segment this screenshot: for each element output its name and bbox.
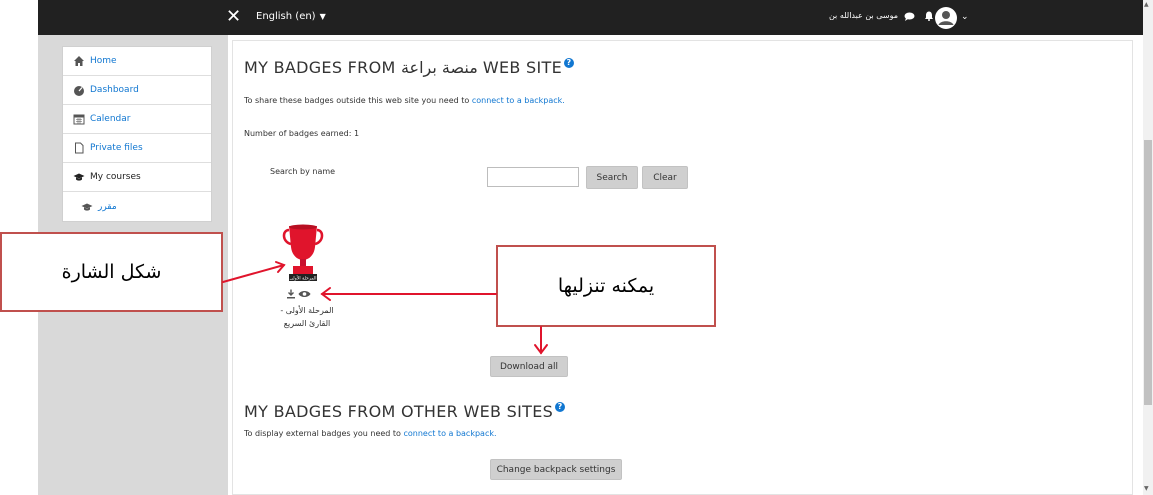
backpack-link[interactable]: connect to a backpack.	[472, 96, 565, 105]
help-icon[interactable]: ?	[564, 58, 575, 68]
calendar-icon	[73, 114, 85, 125]
language-label: English (en)	[256, 11, 316, 22]
nav-item-home[interactable]: Home	[63, 47, 211, 76]
title-suffix: WEB SITE	[477, 58, 563, 77]
help-icon[interactable]: ?	[555, 402, 566, 412]
top-navbar: ✕ English (en)▼ موسى بن عبدالله بن خميس …	[38, 0, 1143, 35]
nav-item-private-files[interactable]: Private files	[63, 134, 211, 163]
nav-item-label: My courses	[90, 172, 141, 182]
download-all-button[interactable]: Download all	[490, 356, 568, 377]
other-title-text: MY BADGES FROM OTHER WEB SITES	[244, 402, 554, 421]
home-icon	[74, 56, 84, 66]
scroll-down-arrow-icon[interactable]: ▼	[1144, 485, 1149, 492]
graduation-cap-icon	[81, 203, 93, 211]
nav-item-label: Home	[90, 56, 117, 66]
download-icon[interactable]	[286, 289, 296, 299]
language-menu[interactable]: English (en) ▼	[256, 11, 326, 22]
share-text: To share these badges outside this web s…	[244, 96, 472, 105]
change-backpack-button[interactable]: Change backpack settings	[490, 459, 622, 480]
external-text: To display external badges you need to	[244, 429, 404, 438]
nav-item-calendar[interactable]: Calendar	[63, 105, 211, 134]
badge-name[interactable]: المرحلة الأولى - القارئ السريع	[277, 304, 337, 330]
graduation-cap-icon	[73, 173, 85, 181]
badge-image-label: المرحلة الأولى	[290, 275, 317, 282]
user-name[interactable]: موسى بن عبدالله بن خميس بن سالم السلطي ط…	[828, 11, 898, 20]
title-prefix: MY BADGES FROM	[244, 58, 401, 77]
title-site-name: منصة براعة	[400, 58, 478, 77]
nav-item-label: Dashboard	[90, 85, 139, 95]
nav-item-course[interactable]: مقرر	[63, 192, 211, 221]
page-title: MY BADGES FROM منصة براعة WEB SITE?	[244, 58, 575, 77]
file-icon	[75, 142, 84, 154]
bell-icon[interactable]	[924, 11, 934, 21]
badges-count: Number of badges earned: 1	[244, 129, 360, 138]
close-icon[interactable]: ✕	[226, 7, 241, 27]
search-label: Search by name	[270, 167, 336, 176]
scroll-up-arrow-icon[interactable]: ▲	[1144, 1, 1149, 8]
annotation-badge-shape: شكل الشارة	[0, 232, 223, 312]
clear-button[interactable]: Clear	[642, 166, 688, 189]
nav-item-dashboard[interactable]: Dashboard	[63, 76, 211, 105]
avatar-icon[interactable]	[935, 7, 957, 29]
nav-drawer: Home Dashboard Calendar Private files My…	[62, 46, 212, 222]
other-badges-title: MY BADGES FROM OTHER WEB SITES?	[244, 402, 566, 421]
dashboard-icon	[74, 86, 84, 96]
chat-icon[interactable]	[904, 12, 915, 21]
scrollbar-thumb[interactable]	[1144, 140, 1152, 405]
nav-item-label: Calendar	[90, 114, 131, 124]
caret-down-icon: ▼	[319, 12, 326, 21]
badge-image[interactable]: المرحلة الأولى	[281, 223, 325, 287]
chevron-down-icon[interactable]: ⌄	[961, 12, 969, 22]
nav-item-label: Private files	[90, 143, 143, 153]
backpack-link[interactable]: connect to a backpack.	[404, 429, 497, 438]
nav-item-my-courses[interactable]: My courses	[63, 163, 211, 192]
nav-item-label: مقرر	[98, 201, 117, 212]
search-input[interactable]	[487, 167, 579, 187]
search-button[interactable]: Search	[586, 166, 638, 189]
annotation-can-download: يمكنه تنزليها	[496, 245, 716, 327]
eye-icon[interactable]	[298, 290, 311, 298]
share-info: To share these badges outside this web s…	[244, 96, 565, 105]
external-info: To display external badges you need to c…	[244, 429, 497, 438]
